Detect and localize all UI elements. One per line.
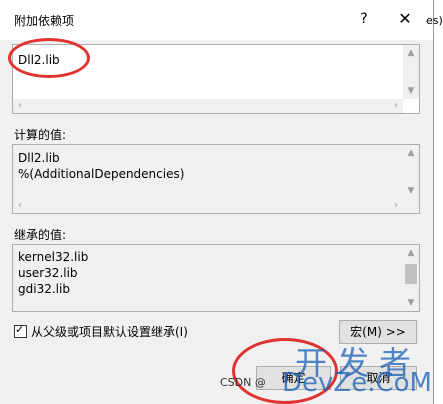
- computed-horizontal-scrollbar[interactable]: ‹ ›: [13, 199, 403, 213]
- scroll-up-icon[interactable]: ▲: [403, 245, 419, 261]
- inherited-line: kernel32.lib: [18, 250, 89, 264]
- computed-line: Dll2.lib: [18, 151, 60, 165]
- scroll-down-icon[interactable]: ▼: [403, 183, 419, 199]
- computed-values-box: Dll2.lib %(AdditionalDependencies) ▲ ▼ ‹…: [12, 144, 420, 214]
- inherited-line: gdi32.lib: [18, 282, 70, 296]
- dialog-title: 附加依赖项: [14, 14, 75, 28]
- inherit-checkbox[interactable]: [14, 323, 27, 338]
- title-bar[interactable]: 附加依赖项 ? ✕: [0, 0, 433, 40]
- watermark-logo-en: DevZe.CoM: [282, 368, 432, 398]
- scroll-right-icon[interactable]: ›: [389, 199, 403, 213]
- scroll-up-icon[interactable]: ▲: [403, 145, 419, 161]
- annotation-circle-input: [8, 38, 90, 78]
- inherited-vertical-scrollbar[interactable]: ▲ ▼: [403, 245, 419, 311]
- inherit-checkbox-row[interactable]: 从父级或项目默认设置继承(I): [14, 323, 188, 340]
- help-button[interactable]: ?: [354, 11, 374, 27]
- additional-dependencies-dialog: 附加依赖项 ? ✕ Dll2.lib ▲ ▼ ‹ › 计算的值: Dll2.li…: [0, 0, 434, 404]
- background-window-edge: [434, 0, 443, 404]
- inherited-line: user32.lib: [18, 266, 78, 280]
- inherited-values-label: 继承的值:: [14, 228, 67, 242]
- scroll-down-icon[interactable]: ▼: [403, 83, 419, 99]
- inherited-values-box: kernel32.lib user32.lib gdi32.lib ▲ ▼: [12, 244, 420, 312]
- computed-values-label: 计算的值:: [14, 128, 67, 142]
- scroll-up-icon[interactable]: ▲: [403, 45, 419, 61]
- close-button[interactable]: ✕: [395, 9, 415, 28]
- scroll-left-icon[interactable]: ‹: [13, 199, 27, 213]
- scroll-down-icon[interactable]: ▼: [403, 295, 419, 311]
- computed-vertical-scrollbar[interactable]: ▲ ▼: [403, 145, 419, 199]
- scroll-left-icon[interactable]: ‹: [13, 99, 27, 113]
- watermark-csdn: CSDN @: [220, 376, 266, 389]
- input-horizontal-scrollbar[interactable]: ‹ ›: [13, 99, 403, 113]
- computed-line: %(AdditionalDependencies): [18, 167, 185, 181]
- scroll-right-icon[interactable]: ›: [389, 99, 403, 113]
- scroll-thumb[interactable]: [405, 264, 417, 284]
- inherit-checkbox-label: 从父级或项目默认设置继承(I): [31, 325, 188, 339]
- background-window-text: es): [426, 14, 443, 27]
- input-vertical-scrollbar[interactable]: ▲ ▼: [403, 45, 419, 99]
